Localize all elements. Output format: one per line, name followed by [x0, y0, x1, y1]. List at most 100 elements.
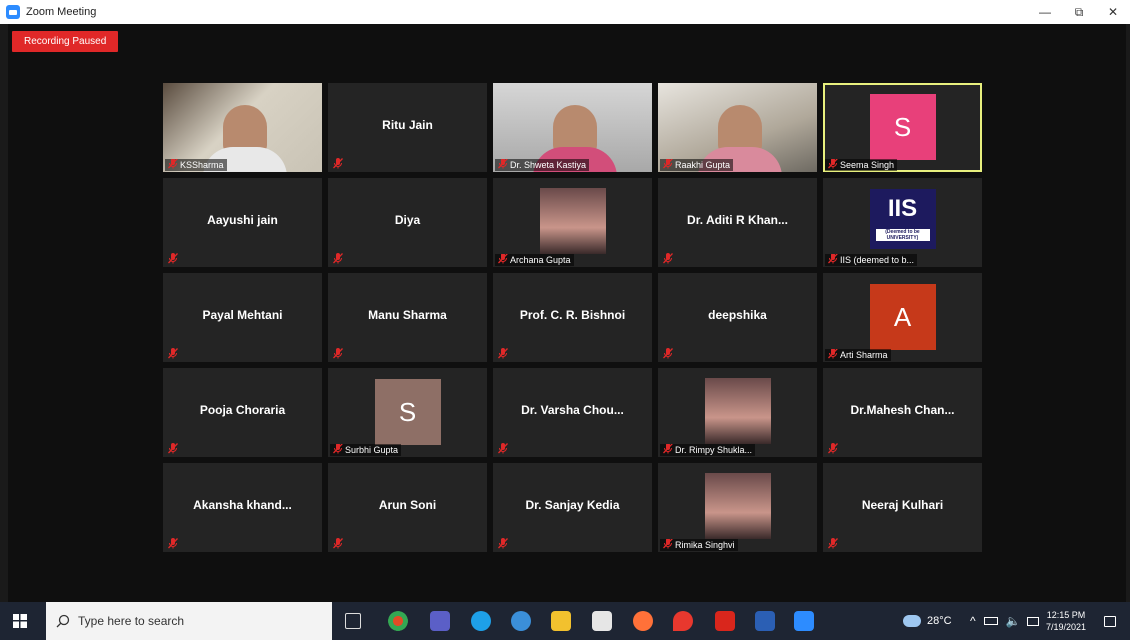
participant-label: Archana Gupta — [495, 254, 574, 266]
recording-paused-badge[interactable]: Recording Paused — [12, 31, 119, 52]
participant-name: Aayushi jain — [207, 213, 278, 227]
participant-tile[interactable]: Prof. C. R. Bishnoi — [493, 273, 652, 362]
muted-mic-icon — [333, 253, 343, 264]
participant-tile[interactable]: Dr. Aditi R Khan... — [658, 178, 817, 267]
participant-tile[interactable]: Neeraj Kulhari — [823, 463, 982, 552]
muted-mic-icon — [663, 159, 673, 169]
network-icon[interactable] — [1026, 616, 1039, 626]
clock[interactable]: 12:15 PM 7/19/2021 — [1046, 602, 1086, 640]
participant-label: Raakhi Gupta — [660, 159, 734, 171]
window-title: Zoom Meeting — [26, 6, 97, 18]
participant-name: Dr. Varsha Chou... — [521, 403, 624, 417]
muted-mic-icon — [168, 159, 178, 169]
participant-tile[interactable]: deepshika — [658, 273, 817, 362]
profile-photo — [704, 473, 771, 539]
muted-mic-icon — [498, 348, 508, 359]
participant-tile[interactable]: Arun Soni — [328, 463, 487, 552]
participant-name: deepshika — [708, 308, 767, 322]
participant-tile[interactable]: Dr. Sanjay Kedia — [493, 463, 652, 552]
participant-tile[interactable]: S Seema Singh — [823, 83, 982, 172]
muted-mic-icon — [828, 254, 838, 264]
participant-tile[interactable]: A Arti Sharma — [823, 273, 982, 362]
file-explorer-icon[interactable] — [551, 611, 571, 631]
store-icon[interactable] — [592, 611, 612, 631]
notification-center[interactable] — [1104, 602, 1116, 640]
weather-widget[interactable]: 28°C — [903, 602, 952, 640]
window-titlebar: Zoom Meeting — ⧉ ✕ — [0, 0, 1130, 24]
search-placeholder: Type here to search — [78, 614, 185, 628]
chrome-icon[interactable] — [388, 611, 408, 631]
muted-mic-icon — [828, 538, 838, 549]
task-view-icon[interactable] — [345, 613, 361, 629]
zoom-app-icon — [6, 5, 20, 19]
muted-mic-icon — [168, 443, 178, 454]
chevron-up-icon[interactable]: ^ — [970, 614, 976, 628]
participant-tile[interactable]: Raakhi Gupta — [658, 83, 817, 172]
muted-mic-icon — [828, 159, 838, 169]
participant-tile[interactable]: KSSharma — [163, 83, 322, 172]
participant-tile[interactable]: Aayushi jain — [163, 178, 322, 267]
participant-tile[interactable]: Payal Mehtani — [163, 273, 322, 362]
participant-name: Payal Mehtani — [202, 308, 283, 322]
muted-mic-icon — [333, 538, 343, 549]
participant-tile[interactable]: IIS (Deemed to be UNIVERSITY) IIS (deemed … — [823, 178, 982, 267]
participant-tile[interactable]: S Surbhi Gupta — [328, 368, 487, 457]
participant-name: Dr. Aditi R Khan... — [687, 213, 788, 227]
gallery-grid: KSSharma Ritu Jain Dr. Shweta Kastiya Raakh… — [163, 83, 985, 553]
settings-app-icon[interactable] — [511, 611, 531, 631]
battery-icon[interactable] — [983, 617, 998, 625]
muted-mic-icon — [498, 538, 508, 549]
close-button[interactable]: ✕ — [1096, 0, 1130, 24]
start-button[interactable] — [0, 602, 40, 640]
muted-mic-icon — [498, 159, 508, 169]
muted-mic-icon — [663, 444, 673, 454]
minimize-button[interactable]: — — [1028, 0, 1062, 24]
participant-tile[interactable]: Diya — [328, 178, 487, 267]
muted-mic-icon — [828, 349, 838, 359]
participant-tile[interactable]: Archana Gupta — [493, 178, 652, 267]
participant-tile[interactable]: Manu Sharma — [328, 273, 487, 362]
profile-photo — [539, 188, 606, 254]
clock-date: 7/19/2021 — [1046, 622, 1087, 632]
university-logo: IIS (Deemed to be UNIVERSITY) — [869, 189, 936, 249]
muted-mic-icon — [663, 539, 673, 549]
participant-label: KSSharma — [165, 159, 227, 171]
participant-tile[interactable]: Akansha khand... — [163, 463, 322, 552]
zoom-taskbar-icon[interactable] — [794, 611, 814, 631]
firefox-icon[interactable] — [633, 611, 653, 631]
participant-label: Arti Sharma — [825, 349, 891, 361]
acrobat-icon[interactable] — [715, 611, 735, 631]
muted-mic-icon — [168, 538, 178, 549]
muted-mic-icon — [333, 348, 343, 359]
participant-tile[interactable]: Dr.Mahesh Chan... — [823, 368, 982, 457]
participant-label: Surbhi Gupta — [330, 444, 402, 456]
participant-name: Akansha khand... — [193, 498, 292, 512]
edge-icon[interactable] — [471, 611, 491, 631]
participant-tile[interactable]: Ritu Jain — [328, 83, 487, 172]
avatar: S — [374, 379, 441, 445]
cloud-rain-icon — [903, 615, 921, 627]
muted-mic-icon — [663, 348, 673, 359]
taskbar-search-box[interactable]: Type here to search — [46, 602, 332, 640]
participant-tile[interactable]: Dr. Shweta Kastiya — [493, 83, 652, 172]
muted-mic-icon — [498, 443, 508, 454]
search-icon — [56, 614, 70, 628]
participant-name: Pooja Choraria — [199, 403, 286, 417]
muted-mic-icon — [333, 158, 343, 169]
participant-tile[interactable]: Dr. Varsha Chou... — [493, 368, 652, 457]
maps-pin-icon[interactable] — [673, 611, 693, 631]
muted-mic-icon — [333, 444, 343, 454]
participant-tile[interactable]: Dr. Rimpy Shukla... — [658, 368, 817, 457]
participant-name: Diya — [394, 213, 421, 227]
teams-icon[interactable] — [430, 611, 450, 631]
volume-icon[interactable]: 🔈 — [1006, 614, 1021, 628]
restore-button[interactable]: ⧉ — [1062, 0, 1096, 24]
weather-temp: 28°C — [927, 615, 952, 627]
participant-tile[interactable]: Pooja Choraria — [163, 368, 322, 457]
participant-name: Neeraj Kulhari — [861, 498, 944, 512]
participant-name: Dr. Sanjay Kedia — [525, 498, 620, 512]
profile-photo — [704, 378, 771, 444]
word-icon[interactable] — [755, 611, 775, 631]
participant-label: Rimika Singhvi — [660, 539, 738, 551]
participant-tile[interactable]: Rimika Singhvi — [658, 463, 817, 552]
